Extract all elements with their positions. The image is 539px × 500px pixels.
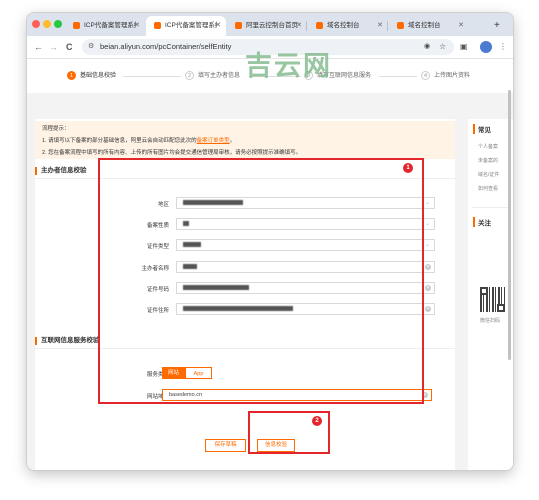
faq-item[interactable]: 域名/证件 bbox=[478, 171, 499, 178]
step-label: 基础信息校验 bbox=[80, 73, 117, 80]
new-tab-button[interactable]: + bbox=[494, 16, 500, 36]
forward-button[interactable]: → bbox=[49, 36, 58, 58]
page-scrollbar[interactable] bbox=[508, 90, 511, 360]
sponsor-section-title: 主办者信息校验 bbox=[35, 167, 87, 175]
annotation-box-1 bbox=[98, 158, 424, 404]
faq-item[interactable]: 个人备案 bbox=[478, 143, 498, 150]
tips-heading: 流程提示： bbox=[42, 126, 70, 132]
eye-off-icon[interactable]: ◉ bbox=[424, 39, 430, 55]
clear-input-icon[interactable]: ✕ bbox=[425, 264, 431, 270]
close-tab-icon[interactable]: ✕ bbox=[377, 16, 383, 36]
aliyun-favicon-icon bbox=[397, 22, 404, 29]
chevron-down-icon: ⌄ bbox=[424, 221, 430, 227]
step-number: 2 bbox=[185, 71, 194, 80]
step-label: 上传图片资料 bbox=[434, 73, 471, 80]
browser-tab-1[interactable]: ICP代备案管理系统 ✕ bbox=[65, 16, 145, 36]
browser-tab-5[interactable]: 域名控制台 ✕ bbox=[389, 16, 469, 36]
tab-title: 阿里云控制台首页 bbox=[246, 22, 298, 29]
browser-tab-2-active[interactable]: ICP代备案管理系统 ✕ bbox=[146, 16, 226, 36]
process-tips: 流程提示： 1. 请填写以下备案的部分基础信息，阿里云会自动匹配您此次的备案订单… bbox=[35, 121, 455, 159]
aliyun-favicon-icon bbox=[154, 22, 161, 29]
close-window-button[interactable] bbox=[32, 20, 40, 28]
step-1: 1 基础信息校验 bbox=[67, 71, 116, 81]
faq-item[interactable]: 如何查看 bbox=[478, 185, 498, 192]
step-number: 4 bbox=[421, 71, 430, 80]
faq-item[interactable]: 未备案的 bbox=[478, 157, 498, 164]
more-menu-icon[interactable]: ⋮ bbox=[499, 36, 507, 58]
aliyun-favicon-icon bbox=[73, 22, 80, 29]
step-divider bbox=[123, 76, 181, 77]
close-tab-icon[interactable]: ✕ bbox=[134, 16, 140, 36]
tab-title: 域名控制台 bbox=[408, 22, 441, 29]
step-label: 填写主办者信息 bbox=[198, 73, 241, 80]
step-2: 2 填写主办者信息 bbox=[185, 71, 240, 81]
minimize-window-button[interactable] bbox=[43, 20, 51, 28]
order-type-link[interactable]: 备案订单类型 bbox=[197, 138, 230, 144]
aliyun-favicon-icon bbox=[235, 22, 242, 29]
annotation-badge-1: 1 bbox=[403, 163, 413, 173]
close-tab-icon[interactable]: ✕ bbox=[215, 16, 221, 36]
sidebar-divider bbox=[472, 207, 510, 208]
url-text: beian.aliyun.com/pcContainer/selfEntity bbox=[100, 42, 232, 51]
clear-input-icon[interactable]: ✕ bbox=[425, 306, 431, 312]
maximize-window-button[interactable] bbox=[54, 20, 62, 28]
chevron-down-icon: ⌄ bbox=[424, 242, 430, 248]
step-divider bbox=[379, 76, 417, 77]
follow-title: 关注 bbox=[473, 217, 491, 227]
browser-tab-4[interactable]: 域名控制台 ✕ bbox=[308, 16, 388, 36]
close-tab-icon[interactable]: ✕ bbox=[458, 16, 464, 36]
service-section-title: 互联网信息服务校验 bbox=[35, 337, 100, 345]
back-button[interactable]: ← bbox=[34, 36, 43, 58]
tips-line-1: 1. 请填写以下备案的部分基础信息，阿里云会自动匹配您此次的备案订单类型。 bbox=[42, 136, 235, 144]
tips-line-1-end: 。 bbox=[229, 138, 236, 144]
bookmark-star-icon[interactable]: ☆ bbox=[439, 39, 446, 55]
close-tab-icon[interactable]: ✕ bbox=[296, 16, 302, 36]
browser-tab-3[interactable]: 阿里云控制台首页 ✕ bbox=[227, 16, 307, 36]
tips-line-1-text: 1. 请填写以下备案的部分基础信息，阿里云会自动匹配您此次的 bbox=[42, 138, 197, 144]
tips-line-2: 2. 您在备案流程中填写的所有内容、上传的所有图片均会提交通信管理局审核，请务必… bbox=[42, 150, 302, 156]
wechat-qr-code bbox=[480, 287, 505, 312]
extensions-icon[interactable]: ▣ bbox=[460, 36, 468, 58]
tab-title: ICP代备案管理系统 bbox=[165, 22, 217, 29]
tab-title: ICP代备案管理系统 bbox=[84, 22, 136, 29]
help-sidebar: 常见 个人备案 未备案的 域名/证件 如何查看 关注 微信扫码 bbox=[468, 119, 513, 470]
annotation-badge-2: 2 bbox=[312, 416, 322, 426]
clear-input-icon[interactable]: ✕ bbox=[425, 285, 431, 291]
avatar[interactable] bbox=[480, 41, 492, 53]
chevron-down-icon: ⌄ bbox=[424, 200, 430, 206]
tab-strip: ICP代备案管理系统 ✕ ICP代备案管理系统 ✕ 阿里云控制台首页 ✕ 域名控… bbox=[27, 13, 513, 36]
step-4: 4 上传图片资料 bbox=[421, 71, 470, 81]
site-info-icon[interactable]: ⚙ bbox=[88, 39, 94, 55]
reload-button[interactable]: C bbox=[66, 36, 73, 58]
step-number: 1 bbox=[67, 71, 76, 80]
qr-caption: 微信扫码 bbox=[480, 318, 501, 324]
save-draft-button[interactable]: 保存草稿 bbox=[205, 439, 246, 452]
aliyun-favicon-icon bbox=[316, 22, 323, 29]
watermark-logo: 吉云网 bbox=[245, 51, 332, 81]
faq-title: 常见 bbox=[473, 124, 491, 134]
tab-title: 域名控制台 bbox=[327, 22, 360, 29]
